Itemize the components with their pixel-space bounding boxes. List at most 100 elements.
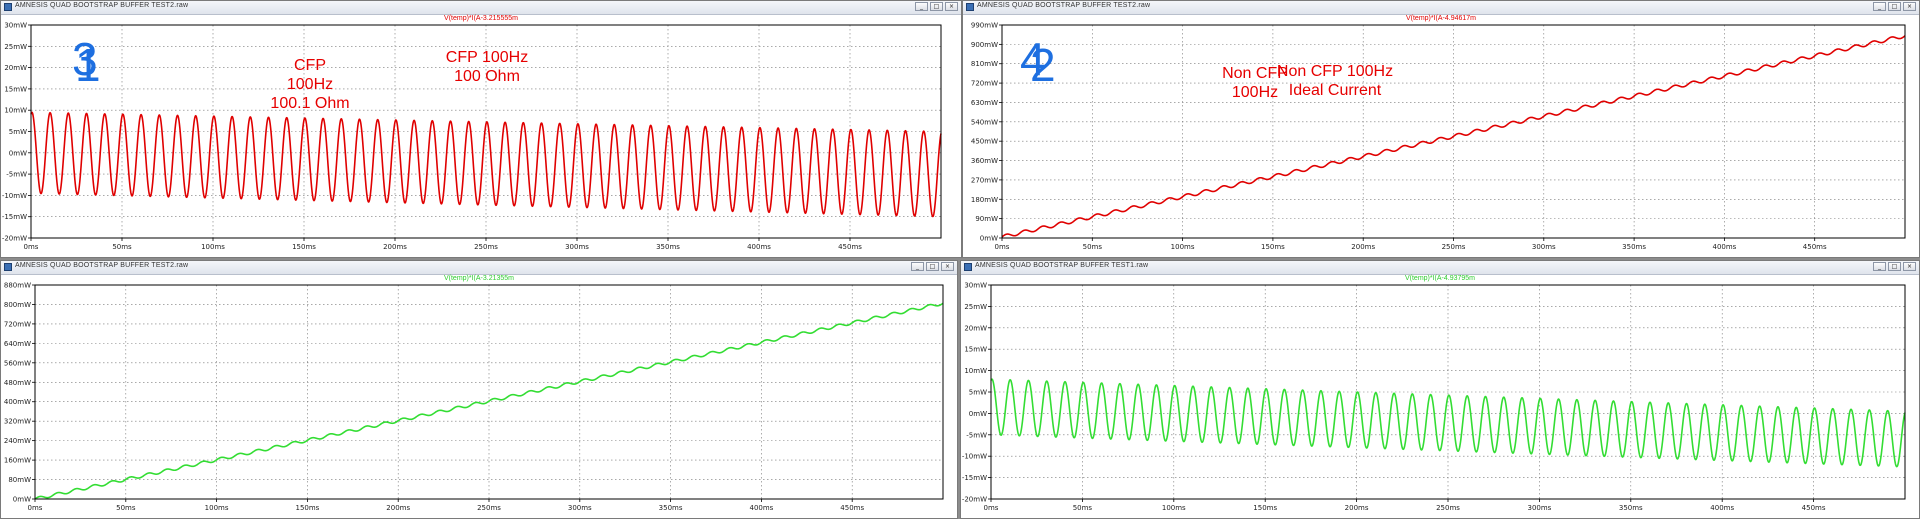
y-tick-label: 30mW (4, 22, 27, 30)
x-tick-label: 100ms (1171, 243, 1195, 251)
y-tick-label: 360mW (971, 157, 998, 165)
x-tick-label: 200ms (1345, 504, 1369, 512)
x-tick-label: 350ms (1622, 243, 1646, 251)
y-tick-label: 10mW (964, 367, 987, 375)
x-tick-label: 400ms (1712, 243, 1736, 251)
y-tick-label: -10mW (2, 192, 27, 200)
y-tick-label: 5mW (9, 128, 27, 136)
x-tick-label: 100ms (201, 243, 225, 251)
y-tick-label: -5mW (966, 431, 987, 439)
x-tick-label: 50ms (112, 243, 132, 251)
y-tick-label: -20mW (2, 235, 27, 243)
y-tick-label: 30mW (964, 282, 987, 290)
plot-annotation: CFP 100Hz 100.1 Ohm (270, 57, 350, 112)
x-tick-label: 450ms (1803, 243, 1827, 251)
y-tick-label: 800mW (4, 301, 31, 309)
y-tick-label: 90mW (975, 215, 998, 223)
y-tick-label: 480mW (4, 379, 31, 387)
y-tick-label: 810mW (971, 60, 998, 68)
x-tick-label: 50ms (116, 504, 136, 512)
x-tick-label: 150ms (1253, 504, 1277, 512)
x-tick-label: 250ms (477, 504, 501, 512)
waveform-window-3[interactable]: AMNESIS QUAD BOOTSTRAP BUFFER TEST2.raw _… (0, 260, 958, 519)
y-tick-label: -15mW (962, 474, 987, 482)
x-tick-label: 150ms (295, 504, 319, 512)
x-tick-label: 200ms (383, 243, 407, 251)
y-tick-label: -5mW (6, 171, 27, 179)
y-tick-label: 20mW (964, 324, 987, 332)
plot-annotation: CFP 100Hz 100 Ohm (445, 49, 529, 85)
x-tick-label: 150ms (292, 243, 316, 251)
x-tick-label: 250ms (1442, 243, 1466, 251)
y-tick-label: 880mW (4, 282, 31, 290)
x-tick-label: 100ms (1162, 504, 1186, 512)
x-tick-label: 50ms (1073, 504, 1093, 512)
y-tick-label: 640mW (4, 340, 31, 348)
x-tick-label: 200ms (386, 504, 410, 512)
x-tick-label: 350ms (659, 504, 683, 512)
y-tick-label: -10mW (962, 453, 987, 461)
y-tick-label: 25mW (4, 43, 27, 51)
waveform-plot[interactable]: -20mW -15mW -10mW -5mW 0mW 5mW 10mW 15mW 20mW 25m… (1, 1, 961, 257)
waveform-plot[interactable]: 0mW 80mW 160mW 240mW 320mW 400mW 480mW 560mW 640… (1, 261, 957, 518)
x-tick-label: 300ms (565, 243, 589, 251)
x-tick-label: 400ms (1710, 504, 1734, 512)
x-tick-label: 0ms (995, 243, 1010, 251)
y-tick-label: 900mW (971, 41, 998, 49)
y-tick-label: -15mW (2, 213, 27, 221)
x-tick-label: 400ms (749, 504, 773, 512)
y-tick-label: 990mW (971, 22, 998, 30)
y-tick-label: 450mW (971, 138, 998, 146)
plot-annotation: Non CFP 100Hz Ideal Current (1276, 63, 1394, 99)
y-tick-label: 15mW (964, 346, 987, 354)
x-tick-label: 200ms (1351, 243, 1375, 251)
x-tick-label: 300ms (1527, 504, 1551, 512)
y-tick-label: 160mW (4, 457, 31, 465)
y-tick-label: 720mW (971, 80, 998, 88)
x-tick-label: 450ms (1802, 504, 1826, 512)
panel-number: 4 (1020, 33, 1046, 85)
y-tick-label: 320mW (4, 418, 31, 426)
waveform-window-4[interactable]: AMNESIS QUAD BOOTSTRAP BUFFER TEST1.raw _… (960, 260, 1920, 519)
x-tick-label: 0ms (984, 504, 999, 512)
x-tick-label: 150ms (1261, 243, 1285, 251)
x-tick-label: 250ms (1436, 504, 1460, 512)
x-tick-label: 300ms (568, 504, 592, 512)
x-tick-label: 350ms (1619, 504, 1643, 512)
y-tick-label: 0mW (13, 496, 31, 504)
x-tick-label: 0ms (24, 243, 39, 251)
y-tick-label: 25mW (964, 303, 987, 311)
y-tick-label: 0mW (9, 149, 27, 157)
x-tick-label: 350ms (656, 243, 680, 251)
y-tick-label: 540mW (971, 118, 998, 126)
y-tick-label: 20mW (4, 64, 27, 72)
waveform-plot[interactable]: 0mW 90mW 180mW 270mW 360mW 450mW 540mW 630mW 720… (963, 1, 1919, 257)
y-tick-label: 240mW (4, 437, 31, 445)
y-tick-label: -20mW (962, 496, 987, 504)
y-tick-label: 80mW (8, 476, 31, 484)
x-tick-label: 0ms (28, 504, 43, 512)
y-tick-label: 15mW (4, 85, 27, 93)
waveform-window-1[interactable]: AMNESIS QUAD BOOTSTRAP BUFFER TEST2.raw _… (0, 0, 962, 258)
x-tick-label: 250ms (474, 243, 498, 251)
waveform-plot[interactable]: -20mW -15mW -10mW -5mW 0mW 5mW 10mW 15mW 20mW 25m… (961, 261, 1919, 518)
y-tick-label: 270mW (971, 176, 998, 184)
y-tick-label: 0mW (969, 410, 987, 418)
x-tick-label: 450ms (840, 504, 864, 512)
x-tick-label: 50ms (1083, 243, 1103, 251)
y-tick-label: 400mW (4, 398, 31, 406)
y-tick-label: 630mW (971, 99, 998, 107)
waveform-window-2[interactable]: AMNESIS QUAD BOOTSTRAP BUFFER TEST2.raw _… (962, 0, 1920, 258)
y-tick-label: 180mW (971, 196, 998, 204)
y-tick-label: 10mW (4, 107, 27, 115)
x-tick-label: 400ms (747, 243, 771, 251)
y-tick-label: 0mW (980, 235, 998, 243)
y-tick-label: 5mW (969, 389, 987, 397)
x-tick-label: 300ms (1532, 243, 1556, 251)
x-tick-label: 450ms (838, 243, 862, 251)
y-tick-label: 560mW (4, 359, 31, 367)
y-tick-label: 720mW (4, 320, 31, 328)
waveform-trace (30, 111, 942, 218)
panel-number: 3 (72, 33, 98, 85)
x-tick-label: 100ms (205, 504, 229, 512)
